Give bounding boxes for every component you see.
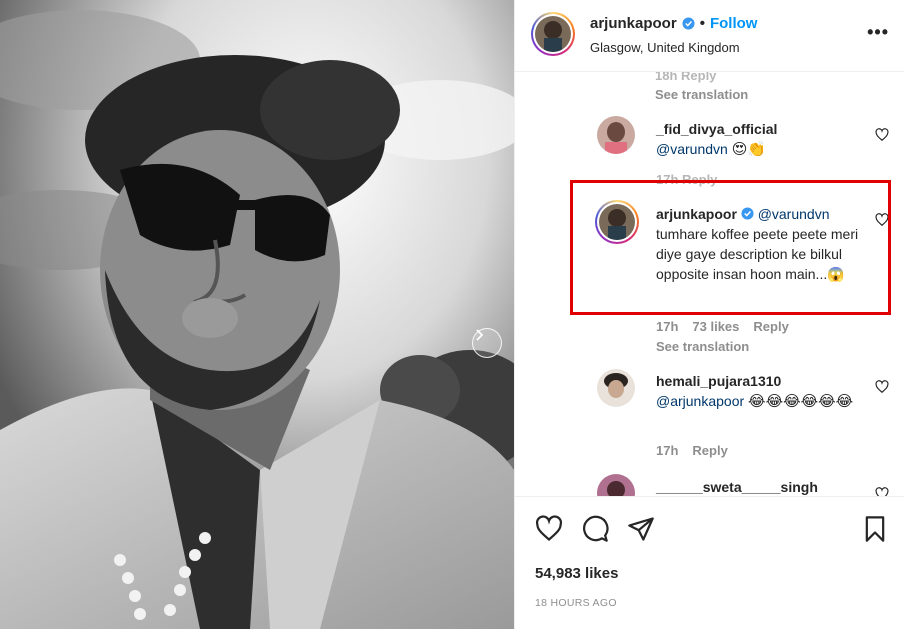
share-paper-plane-icon[interactable] [627, 515, 655, 543]
comment-body: hemali_pujara1310 @arjunkapoor 😂😂😂😂😂😂 [656, 371, 866, 411]
verified-badge-icon [682, 17, 695, 30]
comment-mention[interactable]: @varundvn [656, 141, 728, 157]
like-comment-heart-icon[interactable] [875, 487, 889, 496]
chevron-right-icon [476, 329, 484, 341]
next-image-button[interactable] [472, 328, 502, 358]
author-avatar-image [535, 16, 571, 52]
like-heart-icon[interactable] [535, 515, 563, 543]
post-actions: 54,983 likes 18 HOURS AGO [515, 496, 904, 629]
separator-dot: • [699, 15, 705, 32]
author-row: arjunkapoor • Follow [590, 15, 757, 32]
comment-time: 17h [656, 443, 679, 458]
comment-bubble-icon[interactable] [581, 515, 609, 543]
post-side-panel: arjunkapoor • Follow Glasgow, United Kin… [514, 0, 904, 629]
selfie-image [0, 0, 514, 629]
like-comment-heart-icon[interactable] [875, 380, 889, 394]
comment-likes[interactable]: 73 likes [692, 319, 739, 334]
comment-emoji: 😂😂😂😂😂😂 [748, 392, 854, 410]
comment-emoji: 😍👏 [731, 140, 767, 158]
comment-meta: 17h 73 likes Reply [656, 319, 789, 334]
comment-avatar[interactable] [597, 474, 635, 496]
comment-avatar-image [597, 369, 635, 407]
like-comment-heart-icon[interactable] [875, 128, 889, 142]
author-avatar[interactable] [531, 12, 575, 56]
post-location[interactable]: Glasgow, United Kingdom [590, 40, 740, 55]
comment-username[interactable]: ______sweta_____singh [656, 479, 818, 495]
follow-button[interactable]: Follow [710, 15, 758, 32]
comment-username[interactable]: hemali_pujara1310 [656, 373, 781, 389]
faint-comment-meta: 18h Reply [655, 72, 717, 83]
see-translation-link[interactable]: See translation [655, 87, 748, 102]
post-photo [0, 0, 514, 629]
comments-list: 18h Reply See translation _fid_divya_off… [515, 72, 904, 496]
comment-body: ______sweta_____singh [656, 477, 866, 496]
post-timestamp: 18 HOURS AGO [535, 597, 617, 609]
author-username[interactable]: arjunkapoor [590, 15, 677, 32]
comment-avatar[interactable] [597, 369, 635, 407]
comment-body: _fid_divya_official @varundvn 😍👏 [656, 119, 866, 159]
comment-meta: 17h Reply [656, 443, 728, 458]
post-likes-count[interactable]: 54,983 likes [535, 565, 618, 582]
highlight-box [570, 180, 891, 315]
comment-avatar-image [597, 116, 635, 154]
reply-button[interactable]: Reply [692, 443, 727, 458]
post-header: arjunkapoor • Follow Glasgow, United Kin… [515, 0, 904, 72]
comment-username[interactable]: _fid_divya_official [656, 121, 777, 137]
comment-mention[interactable]: @arjunkapoor [656, 393, 744, 409]
comment-avatar-image [597, 474, 635, 496]
more-options-icon[interactable]: ••• [867, 22, 889, 43]
reply-button[interactable]: Reply [753, 319, 788, 334]
save-bookmark-icon[interactable] [861, 515, 889, 543]
comment-time: 17h [656, 319, 679, 334]
see-translation-link[interactable]: See translation [656, 339, 749, 354]
comment-avatar[interactable] [597, 116, 635, 154]
